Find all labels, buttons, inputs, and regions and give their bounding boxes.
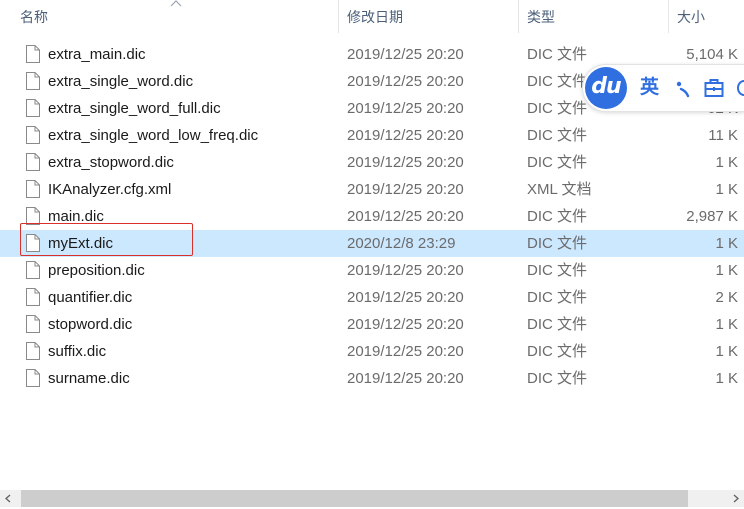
column-divider[interactable] — [338, 0, 339, 33]
file-name: extra_single_word_full.dic — [48, 100, 221, 117]
file-row[interactable]: quantifier.dic 2019/12/25 20:20 DIC 文件 2 K — [0, 284, 744, 311]
file-type: DIC 文件 — [527, 316, 588, 333]
file-name: preposition.dic — [48, 262, 145, 279]
file-size: 1 K — [715, 181, 738, 198]
file-name: stopword.dic — [48, 316, 133, 333]
file-size: 1 K — [715, 262, 738, 279]
file-icon — [26, 288, 40, 306]
file-icon — [26, 126, 40, 144]
file-size: 2 K — [715, 289, 738, 306]
file-type: DIC 文件 — [527, 127, 588, 144]
file-modified-date: 2019/12/25 20:20 — [347, 127, 464, 144]
file-modified-date: 2019/12/25 20:20 — [347, 181, 464, 198]
file-name: extra_single_word.dic — [48, 73, 194, 90]
file-row[interactable]: extra_stopword.dic 2019/12/25 20:20 DIC 文件… — [0, 149, 744, 176]
file-size: 1 K — [715, 343, 738, 360]
ime-language-toggle[interactable]: 英 — [640, 75, 659, 101]
file-type: DIC 文件 — [527, 208, 588, 225]
file-modified-date: 2019/12/25 20:20 — [347, 316, 464, 333]
file-type: DIC 文件 — [527, 154, 588, 171]
file-row[interactable]: suffix.dic 2019/12/25 20:20 DIC 文件 1 K — [0, 338, 744, 365]
file-row[interactable]: stopword.dic 2019/12/25 20:20 DIC 文件 1 K — [0, 311, 744, 338]
file-modified-date: 2019/12/25 20:20 — [347, 370, 464, 387]
file-modified-date: 2019/12/25 20:20 — [347, 262, 464, 279]
file-icon — [26, 207, 40, 225]
file-type: DIC 文件 — [527, 262, 588, 279]
file-modified-date: 2019/12/25 20:20 — [347, 46, 464, 63]
column-header-name[interactable]: 名称 — [20, 0, 338, 33]
file-modified-date: 2019/12/25 20:20 — [347, 343, 464, 360]
column-header: 名称 修改日期 类型 大小 — [0, 0, 744, 33]
punctuation-icon[interactable] — [675, 75, 693, 101]
file-name: extra_main.dic — [48, 46, 146, 63]
file-size: 1 K — [715, 316, 738, 333]
file-name: extra_single_word_low_freq.dic — [48, 127, 259, 144]
file-icon — [26, 261, 40, 279]
file-modified-date: 2019/12/25 20:20 — [347, 208, 464, 225]
file-row[interactable]: IKAnalyzer.cfg.xml 2019/12/25 20:20 XML 文档… — [0, 176, 744, 203]
file-row[interactable]: surname.dic 2019/12/25 20:20 DIC 文件 1 K — [0, 365, 744, 392]
ime-toolbar[interactable]: du 英 — [582, 64, 744, 112]
file-row[interactable]: extra_single_word_low_freq.dic 2019/12/25… — [0, 122, 744, 149]
file-icon — [26, 45, 40, 63]
file-size: 1 K — [715, 235, 738, 252]
file-icon — [26, 72, 40, 90]
file-icon — [26, 180, 40, 198]
toolbox-icon[interactable] — [704, 78, 724, 98]
horizontal-scrollbar[interactable] — [0, 490, 744, 507]
file-name: extra_stopword.dic — [48, 154, 174, 171]
file-size: 1 K — [715, 154, 738, 171]
file-size: 11 K — [708, 127, 738, 144]
file-row[interactable]: preposition.dic 2019/12/25 20:20 DIC 文件 1 K — [0, 257, 744, 284]
file-icon — [26, 99, 40, 117]
file-name: main.dic — [48, 208, 104, 225]
file-size: 2,987 K — [686, 208, 738, 225]
scroll-right-icon[interactable] — [727, 490, 744, 507]
file-icon — [26, 342, 40, 360]
ime-more-icon[interactable] — [736, 78, 744, 98]
file-size: 1 K — [715, 370, 738, 387]
column-header-date[interactable]: 修改日期 — [347, 0, 517, 33]
file-modified-date: 2019/12/25 20:20 — [347, 289, 464, 306]
column-divider[interactable] — [668, 0, 669, 33]
file-type: DIC 文件 — [527, 100, 588, 117]
file-icon — [26, 315, 40, 333]
file-modified-date: 2019/12/25 20:20 — [347, 73, 464, 90]
file-modified-date: 2020/12/8 23:29 — [347, 235, 456, 252]
file-name: myExt.dic — [48, 235, 114, 252]
file-type: DIC 文件 — [527, 235, 588, 252]
file-icon — [26, 153, 40, 171]
file-type: DIC 文件 — [527, 46, 588, 63]
file-modified-date: 2019/12/25 20:20 — [347, 154, 464, 171]
column-header-size[interactable]: 大小 — [677, 0, 744, 33]
file-row[interactable]: main.dic 2019/12/25 20:20 DIC 文件 2,987 K — [0, 203, 744, 230]
scrollbar-thumb[interactable] — [21, 490, 688, 507]
file-type: DIC 文件 — [527, 73, 588, 90]
file-row[interactable]: myExt.dic 2020/12/8 23:29 DIC 文件 1 K — [0, 230, 744, 257]
file-name: suffix.dic — [48, 343, 107, 360]
file-name: quantifier.dic — [48, 289, 133, 306]
file-type: XML 文档 — [527, 181, 592, 198]
file-type: DIC 文件 — [527, 343, 588, 360]
file-icon — [26, 234, 40, 252]
file-type: DIC 文件 — [527, 289, 588, 306]
file-type: DIC 文件 — [527, 370, 588, 387]
file-name: IKAnalyzer.cfg.xml — [48, 181, 172, 198]
file-icon — [26, 369, 40, 387]
column-header-type[interactable]: 类型 — [527, 0, 667, 33]
file-name: surname.dic — [48, 370, 130, 387]
column-divider[interactable] — [518, 0, 519, 33]
scroll-left-icon[interactable] — [0, 490, 17, 507]
file-modified-date: 2019/12/25 20:20 — [347, 100, 464, 117]
ime-logo[interactable]: du — [585, 67, 627, 109]
